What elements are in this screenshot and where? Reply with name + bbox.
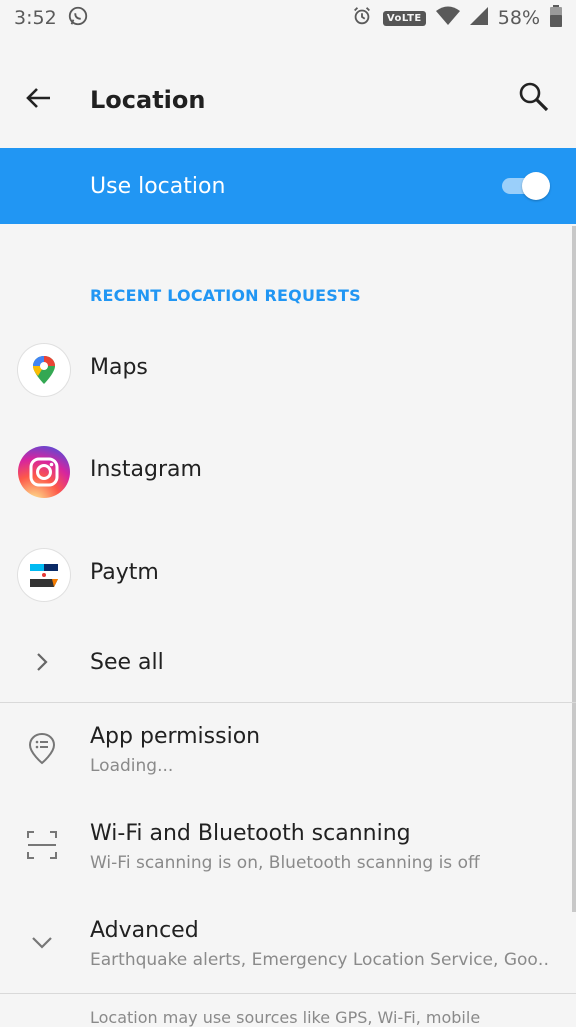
divider [0,993,576,994]
whatsapp-icon [67,5,89,32]
pref-title: Wi-Fi and Bluetooth scanning [90,821,411,846]
back-button[interactable] [22,82,62,118]
status-time: 3:52 [14,7,57,29]
advanced-row[interactable]: Advanced Earthquake alerts, Emergency Lo… [0,896,576,986]
toggle-thumb [522,172,550,200]
page-title: Location [90,86,206,114]
recent-requests-header: RECENT LOCATION REQUESTS [90,286,361,305]
paytm-icon [18,549,70,601]
recent-app-maps[interactable]: Maps [0,325,576,415]
pref-summary: Earthquake alerts, Emergency Location Se… [90,950,550,970]
use-location-label: Use location [90,173,226,199]
app-permission-row[interactable]: App permission Loading... [0,702,576,792]
signal-icon [469,6,488,30]
location-list-icon [24,730,60,766]
use-location-switch-bar[interactable]: Use location [0,148,576,224]
app-label: Instagram [90,457,202,482]
see-all-row[interactable]: See all [0,628,576,700]
app-label: Maps [90,355,148,380]
chevron-down-icon [24,924,60,960]
toolbar: Location [0,62,576,138]
footer-description: Location may use sources like GPS, Wi-Fi… [90,1008,481,1027]
app-label: Paytm [90,560,159,585]
recent-app-paytm[interactable]: Paytm [0,530,576,620]
volte-badge: VoLTE [382,10,426,26]
pref-summary: Loading... [90,756,174,776]
wifi-icon [435,6,460,31]
instagram-icon [18,446,70,498]
status-bar: 3:52 VoLTE 58% [0,0,576,36]
maps-icon [18,344,70,396]
arrow-left-icon [26,88,50,108]
chevron-right-icon [37,653,48,671]
pref-title: Advanced [90,918,199,943]
battery-icon [550,4,562,32]
search-button[interactable] [516,80,556,120]
pref-summary: Wi-Fi scanning is on, Bluetooth scanning… [90,853,480,873]
recent-app-instagram[interactable]: Instagram [0,427,576,517]
use-location-toggle[interactable] [500,172,550,200]
battery-level: 58% [497,7,540,29]
pref-title: App permission [90,724,261,749]
search-icon [519,82,549,112]
alarm-icon [351,5,373,32]
scan-icon [24,827,60,863]
see-all-label: See all [90,650,164,675]
wifi-bluetooth-scanning-row[interactable]: Wi-Fi and Bluetooth scanning Wi-Fi scann… [0,799,576,889]
